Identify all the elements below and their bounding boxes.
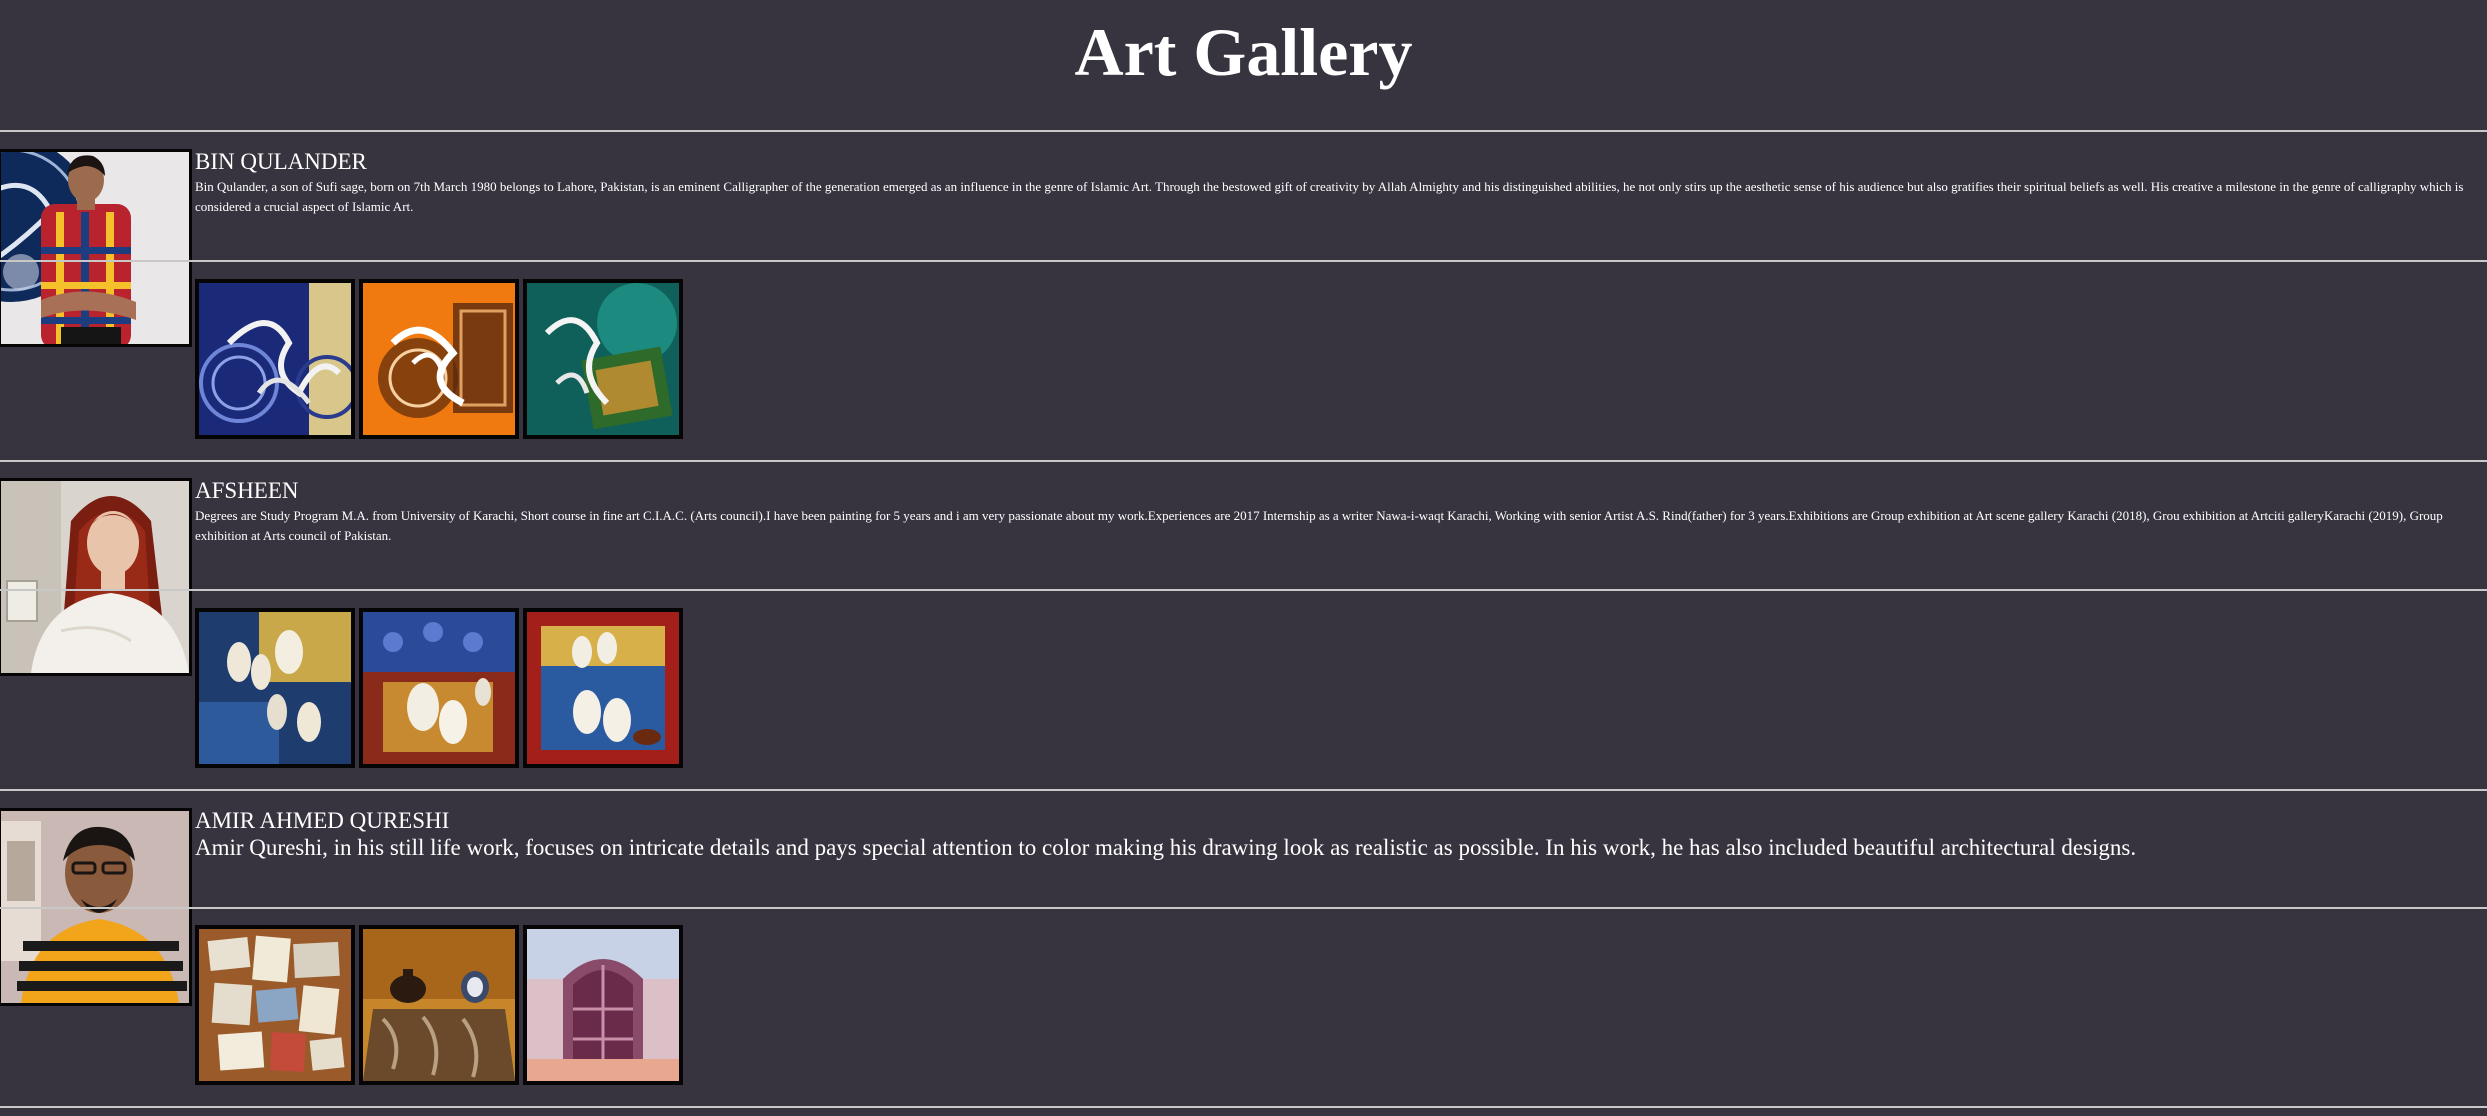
artwork-thumbnail[interactable] — [195, 925, 355, 1085]
artist-portrait — [0, 149, 192, 347]
artwork-thumbnail[interactable] — [523, 608, 683, 768]
artwork-thumbnail[interactable] — [195, 279, 355, 439]
artist-name: AMIR AHMED QURESHI — [195, 808, 450, 833]
calligraphy-teal-icon — [527, 283, 679, 435]
artwork-thumbnail[interactable] — [359, 608, 519, 768]
artist-name: AFSHEEN — [195, 478, 299, 503]
artist-bio: Amir Qureshi, in his still life work, fo… — [195, 835, 2137, 860]
doves-red-blue-icon — [363, 612, 515, 764]
section-divider — [0, 907, 2487, 909]
artwork-thumbnail[interactable] — [359, 279, 519, 439]
artwork-thumbnail[interactable] — [523, 925, 683, 1085]
artist-bio: Degrees are Study Program M.A. from Univ… — [195, 508, 2443, 543]
title-divider — [0, 130, 2487, 132]
calligraphy-blue-gold-icon — [199, 283, 351, 435]
section-divider — [0, 589, 2487, 591]
artist-bio: Bin Qulander, a son of Sufi sage, born o… — [195, 179, 2464, 214]
doves-red-frame-icon — [527, 612, 679, 764]
artwork-thumbnail[interactable] — [359, 925, 519, 1085]
portrait-calligrapher-icon — [1, 152, 189, 344]
portrait-woman-red-hair-icon — [1, 481, 189, 673]
still-life-papers-icon — [199, 929, 351, 1081]
still-life-pots-icon — [363, 929, 515, 1081]
section-divider — [0, 1106, 2487, 1108]
artwork-thumbnail[interactable] — [523, 279, 683, 439]
artist-name: BIN QULANDER — [195, 149, 367, 174]
section-divider — [0, 260, 2487, 262]
door-arch-painting-icon — [527, 929, 679, 1081]
doves-blue-gold-icon — [199, 612, 351, 764]
section-divider — [0, 460, 2487, 462]
page-title: Art Gallery — [1074, 14, 1413, 90]
section-divider — [0, 789, 2487, 791]
artwork-thumbnail[interactable] — [195, 608, 355, 768]
artist-portrait — [0, 478, 192, 676]
calligraphy-orange-icon — [363, 283, 515, 435]
